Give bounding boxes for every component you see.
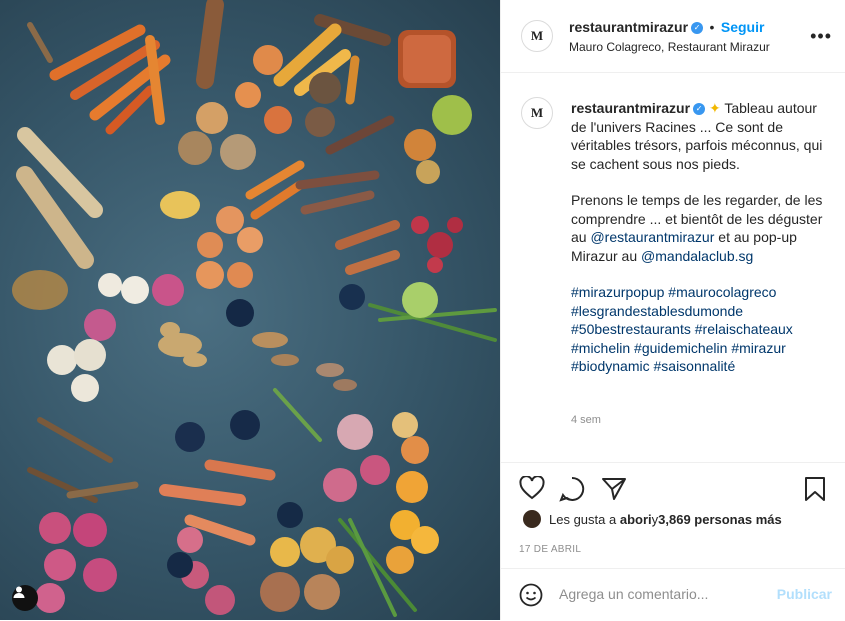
caption: restaurantmirazur ✓ ✦ Tableau autour de l… [571,99,836,376]
caption-verified-badge-icon: ✓ [693,103,706,116]
sparkle-emoji-icon: ✦ [708,100,721,116]
hashtags: #mirazurpopup #maurocolagreco #lesgrande… [571,283,836,376]
caption-avatar-letter: M [530,105,544,120]
hashtag-link[interactable]: #relaischateaux [695,321,793,337]
comment-bubble-icon[interactable] [559,476,585,507]
share-paper-plane-icon[interactable] [601,477,627,506]
more-options-icon[interactable]: ••• [810,26,832,47]
mention-mandalaclub[interactable]: @mandalaclub.sg [641,248,753,264]
like-heart-icon[interactable] [519,475,545,505]
emoji-smiley-icon[interactable] [519,583,543,612]
save-bookmark-icon[interactable] [804,476,826,507]
instagram-post: M restaurantmirazur ✓ • Seguir Mauro Cola… [0,0,845,620]
username-link[interactable]: restaurantmirazur [569,19,688,35]
hashtag-link[interactable]: #guidemichelin [634,340,727,356]
likes-prefix: Les gusta a [549,511,617,527]
hashtag-link[interactable]: #50bestrestaurants [571,321,691,337]
comment-input[interactable]: Agrega un comentario... [559,586,708,602]
likes-summary: Les gusta a abori y 3,869 personas más [523,510,782,528]
verified-badge-icon: ✓ [691,21,704,34]
avatar-letter: M [530,28,544,43]
post-header: M restaurantmirazur ✓ • Seguir Mauro Cola… [501,0,845,73]
publish-button[interactable]: Publicar [777,586,832,602]
follow-button[interactable]: Seguir [721,19,765,35]
mention-restaurantmirazur[interactable]: @restaurantmirazur [590,229,714,245]
location-link[interactable]: Mauro Colagreco, Restaurant Mirazur [569,40,770,54]
caption-username-link[interactable]: restaurantmirazur [571,100,690,116]
hashtag-link[interactable]: #biodynamic [571,358,650,374]
caption-time: 4 sem [571,414,601,426]
post-sidebar: M restaurantmirazur ✓ • Seguir Mauro Cola… [500,0,845,620]
liker-avatar[interactable] [523,510,541,528]
tagged-users-icon[interactable] [12,585,38,611]
post-date: 17 DE ABRIL [519,544,582,555]
comment-box: Agrega un comentario... Publicar [501,568,845,621]
post-photo[interactable] [0,0,500,620]
likes-count-link[interactable]: 3,869 personas más [658,512,782,527]
liker-username-link[interactable]: abori [620,512,652,527]
vegetables-illustration [12,0,497,617]
separator-dot: • [709,19,715,35]
hashtag-link[interactable]: #mirazur [731,340,785,356]
hashtag-link[interactable]: #saisonnalité [654,358,736,374]
hashtag-link[interactable]: #mirazurpopup [571,284,664,300]
hashtag-link[interactable]: #lesgrandestablesdumonde [571,303,743,319]
caption-avatar[interactable]: M [521,97,553,129]
avatar[interactable]: M [521,20,553,52]
hashtag-link[interactable]: #maurocolagreco [668,284,776,300]
hashtag-link[interactable]: #michelin [571,340,630,356]
